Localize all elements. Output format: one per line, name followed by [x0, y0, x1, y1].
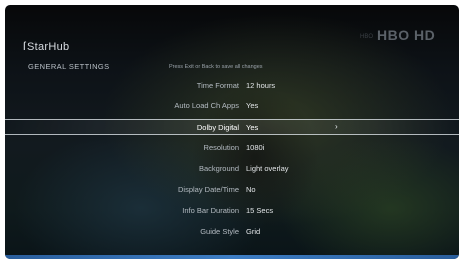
starhub-logo-mark: ſ [23, 39, 26, 53]
tv-screen: ſStarHub HBO HBO HD GENERAL SETTINGS Pre… [5, 5, 459, 259]
starhub-logo: ſStarHub [23, 39, 69, 53]
setting-value: Light overlay [246, 164, 289, 173]
setting-row-auto-load-ch-apps[interactable]: Auto Load Ch Apps Yes [5, 98, 459, 114]
setting-row-info-bar-duration[interactable]: Info Bar Duration 15 Secs [5, 203, 459, 219]
setting-value: 1080i [246, 143, 265, 152]
arrow-left-icon[interactable]: ‹ [231, 122, 234, 131]
setting-row-dolby-digital[interactable]: Dolby Digital ‹ Yes › [5, 119, 459, 135]
setting-label: Guide Style [200, 227, 239, 236]
starhub-logo-text: StarHub [26, 41, 70, 53]
setting-row-resolution[interactable]: Resolution 1080i [5, 140, 459, 156]
page-title: GENERAL SETTINGS [28, 62, 110, 71]
setting-row-time-format[interactable]: Time Format 12 hours [5, 78, 459, 94]
channel-logo: HBO HD [377, 27, 436, 43]
setting-value: Yes [246, 101, 259, 110]
setting-value: 15 Secs [246, 206, 274, 215]
setting-label: Time Format [196, 81, 239, 90]
setting-label: Display Date/Time [178, 185, 239, 194]
arrow-right-icon[interactable]: › [335, 122, 338, 131]
setting-value: 12 hours [246, 81, 276, 90]
setting-label: Auto Load Ch Apps [174, 101, 239, 110]
setting-value: Yes [246, 123, 259, 132]
save-hint: Press Exit or Back to save all changes [169, 64, 263, 70]
setting-row-background[interactable]: Background Light overlay [5, 161, 459, 177]
setting-value: No [246, 185, 256, 194]
setting-label: Resolution [203, 143, 239, 152]
setting-label: Background [198, 164, 239, 173]
setting-label: Info Bar Duration [182, 206, 239, 215]
setting-row-guide-style[interactable]: Guide Style Grid [5, 224, 459, 240]
setting-value: Grid [246, 227, 261, 236]
setting-row-display-date-time[interactable]: Display Date/Time No [5, 182, 459, 198]
channel-prefix: HBO [360, 34, 374, 40]
